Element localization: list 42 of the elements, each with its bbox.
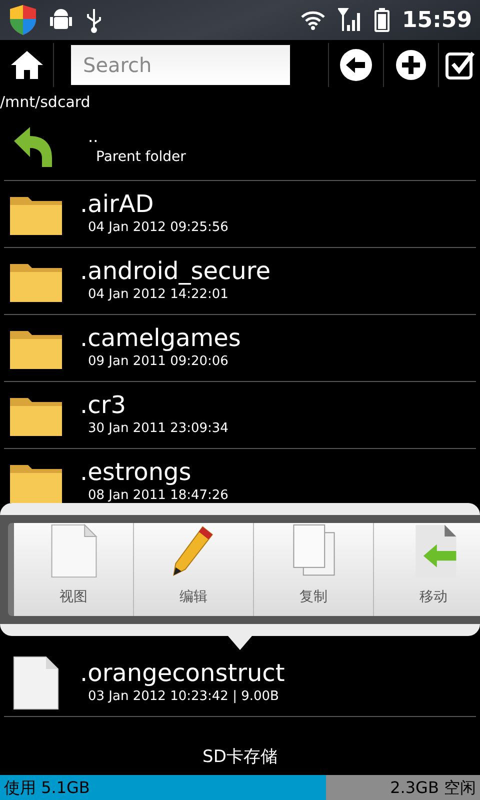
- file-row[interactable]: .airAD 04 Jan 2012 09:25:56: [4, 181, 476, 248]
- usb-icon: [84, 7, 104, 33]
- file-date: 30 Jan 2011 23:09:34: [87, 420, 228, 438]
- checkbox-icon: [444, 50, 474, 80]
- action-button[interactable]: 复制: [254, 523, 374, 616]
- path-label: /mnt/sdcard: [0, 92, 92, 113]
- file-row[interactable]: .android_secure 04 Jan 2012 14:22:01: [4, 248, 476, 315]
- battery-icon: [374, 7, 390, 33]
- add-icon: [395, 49, 427, 81]
- back-icon: [339, 48, 373, 82]
- file-name: .estrongs: [80, 458, 192, 486]
- storage-title: SD卡存储: [202, 746, 278, 769]
- android-icon: [50, 8, 72, 32]
- file-date: 04 Jan 2012 14:22:01: [87, 286, 230, 304]
- file-date: 09 Jan 2011 09:20:06: [87, 353, 230, 372]
- parent-dots: ..: [88, 126, 100, 146]
- file-row[interactable]: .camelgames 09 Jan 2011 09:20:06: [4, 315, 476, 382]
- storage-used: 使用 5.1GB: [3, 776, 90, 798]
- parent-row[interactable]: .. Parent folder: [4, 114, 476, 181]
- file-date: 08 Jan 2011 18:47:26: [87, 487, 228, 506]
- home-icon: [8, 49, 44, 81]
- signal-icon: [338, 7, 362, 33]
- file-row[interactable]: .orangeconstruct 03 Jan 2012 10:23:42 | 9.00B: [4, 650, 476, 717]
- search-field[interactable]: Search: [71, 45, 290, 85]
- action-button[interactable]: 编辑: [134, 523, 254, 616]
- document-icon: [48, 523, 98, 579]
- file-icon: [12, 655, 60, 711]
- file-name: .camelgames: [80, 324, 241, 352]
- file-name: .orangeconstruct: [80, 659, 285, 688]
- file-name: .android_secure: [80, 257, 270, 286]
- file-row[interactable]: .cr3 30 Jan 2011 23:09:34: [4, 382, 476, 449]
- file-date: 03 Jan 2012 10:23:42 | 9.00B: [87, 688, 280, 706]
- file-name: .cr3: [80, 391, 127, 420]
- shield-icon: [8, 4, 38, 36]
- action-button[interactable]: 视图: [14, 523, 134, 616]
- clock: 15:59: [402, 6, 472, 34]
- parent-label: Parent folder: [95, 148, 186, 166]
- wifi-icon: [300, 9, 326, 31]
- file-name: .airAD: [80, 190, 155, 218]
- action-button[interactable]: 移动: [374, 523, 480, 616]
- storage-free: 2.3GB 空闲: [390, 776, 477, 798]
- file-date: 04 Jan 2012 09:25:56: [87, 219, 228, 238]
